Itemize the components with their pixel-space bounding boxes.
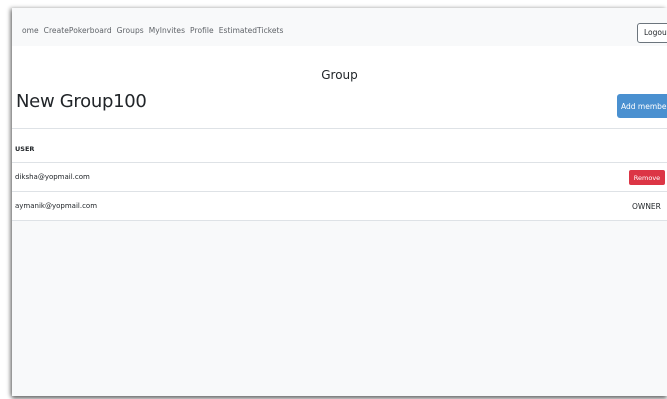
member-email: diksha@yopmail.com [15,173,90,181]
nav-links: ome CreatePokerboard Groups MyInvites Pr… [22,26,284,35]
nav-link-estimated-tickets[interactable]: EstimatedTickets [219,26,284,35]
empty-content-area [12,221,667,396]
nav-link-my-invites[interactable]: MyInvites [149,26,185,35]
user-column-header: USER [15,145,35,153]
top-navbar: ome CreatePokerboard Groups MyInvites Pr… [12,8,667,46]
group-name-heading: New Group100 [16,91,147,112]
add-member-button[interactable]: Add member [617,94,667,118]
owner-role-label: OWNER [632,202,661,211]
logout-button[interactable]: Logout [637,23,667,43]
remove-member-button[interactable]: Remove [629,170,665,185]
nav-link-profile[interactable]: Profile [190,26,214,35]
section-divider [12,128,667,129]
table-row: diksha@yopmail.com Remove [12,163,667,191]
app-window: ome CreatePokerboard Groups MyInvites Pr… [12,8,667,396]
page-title: Group [321,68,358,82]
nav-link-home[interactable]: ome [22,26,39,35]
member-email: aymanik@yopmail.com [15,202,98,210]
nav-link-create-pokerboard[interactable]: CreatePokerboard [44,26,112,35]
nav-link-groups[interactable]: Groups [117,26,144,35]
table-row: aymanik@yopmail.com OWNER [12,192,667,220]
